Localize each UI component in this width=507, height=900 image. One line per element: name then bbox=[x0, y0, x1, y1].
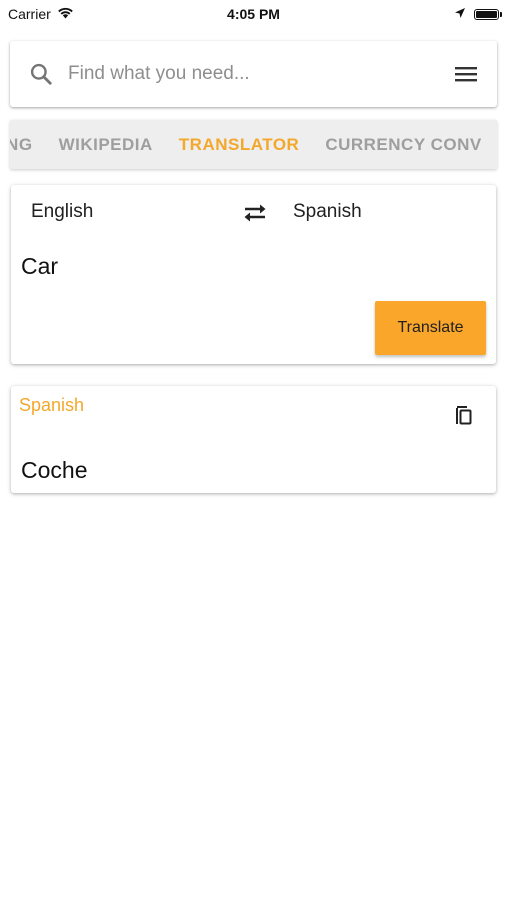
search-input[interactable] bbox=[66, 62, 451, 86]
translation-result-card: Spanish Coche bbox=[11, 386, 496, 493]
search-bar bbox=[10, 41, 497, 107]
wifi-icon bbox=[57, 6, 74, 22]
menu-icon[interactable] bbox=[451, 59, 481, 89]
source-text-input[interactable] bbox=[21, 253, 481, 280]
tab-translator[interactable]: TRANSLATOR bbox=[166, 135, 313, 155]
tab-currency-converter[interactable]: CURRENCY CONV bbox=[312, 135, 494, 155]
translate-button[interactable]: Translate bbox=[375, 301, 486, 355]
copy-icon[interactable] bbox=[452, 403, 476, 427]
source-language-selector[interactable]: English bbox=[31, 201, 93, 223]
search-icon[interactable] bbox=[26, 59, 56, 89]
tab-ping[interactable]: PING bbox=[10, 135, 46, 155]
translator-card: English Spanish Translate bbox=[11, 185, 496, 364]
result-text: Coche bbox=[21, 457, 88, 483]
status-left: Carrier bbox=[8, 6, 74, 22]
tab-strip: PING WIKIPEDIA TRANSLATOR CURRENCY CONV bbox=[10, 120, 497, 169]
status-right bbox=[454, 6, 502, 22]
location-arrow-icon bbox=[454, 6, 466, 22]
tab-row: PING WIKIPEDIA TRANSLATOR CURRENCY CONV bbox=[10, 120, 495, 169]
swap-languages-icon[interactable] bbox=[240, 200, 270, 226]
carrier-label: Carrier bbox=[8, 6, 51, 22]
status-bar: Carrier 4:05 PM bbox=[0, 0, 507, 28]
tab-wikipedia[interactable]: WIKIPEDIA bbox=[46, 135, 166, 155]
battery-icon bbox=[474, 8, 502, 20]
status-time: 4:05 PM bbox=[227, 6, 280, 22]
target-language-selector[interactable]: Spanish bbox=[293, 201, 362, 223]
result-language-label: Spanish bbox=[19, 395, 85, 415]
